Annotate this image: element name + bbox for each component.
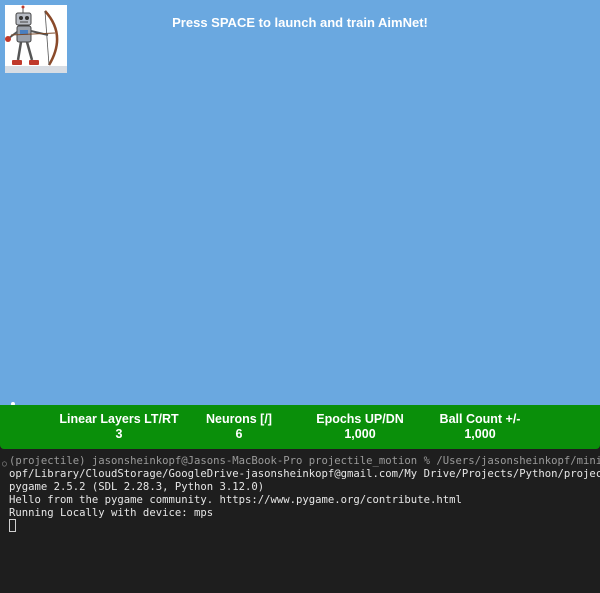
terminal-line: Hello from the pygame community. https:/… <box>9 494 462 506</box>
terminal-output[interactable]: ○ (projectile) jasonsheinkopf@Jasons-Mac… <box>0 451 600 593</box>
stat-value: 1,000 <box>464 427 496 441</box>
terminal-cursor <box>9 519 16 532</box>
game-canvas[interactable]: Press SPACE to launch and train AimNet! <box>0 0 600 405</box>
instruction-banner: Press SPACE to launch and train AimNet! <box>172 15 428 30</box>
terminal-line: opf/Library/CloudStorage/GoogleDrive-jas… <box>9 468 600 480</box>
stat-ball-count: Ball Count +/- 1,000 <box>405 412 555 442</box>
terminal-line: (projectile) jasonsheinkopf@Jasons-MacBo… <box>9 455 600 467</box>
settings-panel: Linear Layers LT/RT 3 Neurons [/] 6 Epoc… <box>0 405 600 449</box>
terminal-line: pygame 2.5.2 (SDL 2.28.3, Python 3.12.0) <box>9 481 265 493</box>
prompt-marker-icon: ○ <box>2 459 7 468</box>
terminal-line: Running Locally with device: mps <box>9 507 214 519</box>
stat-label: Ball Count +/- <box>439 412 521 426</box>
